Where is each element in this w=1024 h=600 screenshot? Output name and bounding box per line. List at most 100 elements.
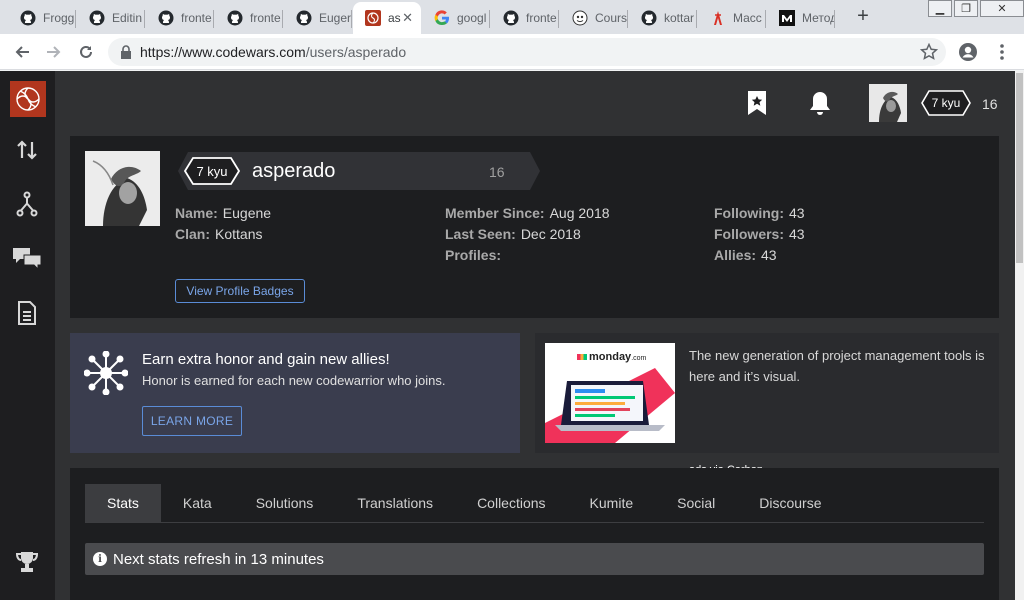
github-icon bbox=[227, 10, 243, 26]
browser-tab-label: Cours bbox=[595, 11, 628, 25]
browser-tab[interactable]: googl bbox=[422, 2, 490, 34]
browser-tab-label: fronte bbox=[250, 11, 281, 25]
tab-discourse[interactable]: Discourse bbox=[737, 484, 843, 522]
sidebar bbox=[0, 71, 55, 600]
browser-tab[interactable]: fronte bbox=[491, 2, 559, 34]
tab-translations[interactable]: Translations bbox=[335, 484, 455, 522]
tab-separator bbox=[696, 10, 697, 28]
tab-social[interactable]: Social bbox=[655, 484, 737, 522]
browser-tab[interactable]: fronte bbox=[146, 2, 214, 34]
browser-tab-bar: Frogg Editin fronte fronte Euger as ✕ googl fron… bbox=[0, 0, 1024, 34]
trophy-icon bbox=[15, 552, 39, 572]
chat-bubbles-icon bbox=[13, 248, 42, 269]
tab-separator bbox=[558, 10, 559, 28]
stats-refresh-message: Next stats refresh in 13 minutes bbox=[113, 550, 324, 568]
stat-following: Following: 43 bbox=[714, 205, 805, 221]
fork-icon bbox=[16, 191, 38, 217]
tab-separator bbox=[144, 10, 145, 28]
stat-profiles-label: Profiles: bbox=[445, 247, 502, 263]
stat-name: Name: Eugene bbox=[175, 205, 271, 221]
browser-tab[interactable]: Метод bbox=[767, 2, 835, 34]
github-icon bbox=[20, 10, 36, 26]
bookmarks-button[interactable] bbox=[745, 89, 769, 117]
view-profile-badges-button[interactable]: View Profile Badges bbox=[175, 279, 305, 303]
browser-tab[interactable]: Cours bbox=[560, 2, 628, 34]
course-icon bbox=[572, 10, 588, 26]
forward-button[interactable] bbox=[42, 40, 66, 64]
monday-logo-icon bbox=[577, 354, 587, 361]
back-button[interactable] bbox=[10, 40, 34, 64]
tab-collections[interactable]: Collections bbox=[455, 484, 567, 522]
codewars-icon bbox=[365, 10, 381, 26]
tab-separator bbox=[765, 10, 766, 28]
back-arrow-icon bbox=[15, 46, 29, 58]
profile-rank-text: 7 kyu bbox=[196, 163, 228, 179]
new-tab-button[interactable]: + bbox=[852, 6, 874, 28]
m-icon bbox=[779, 10, 795, 26]
sidebar-leaderboard[interactable] bbox=[12, 547, 42, 577]
browser-tab-label: Метод bbox=[802, 11, 835, 25]
stat-last-seen-value: Dec 2018 bbox=[520, 226, 581, 242]
stat-name-value: Eugene bbox=[222, 205, 272, 221]
profile-username: asperado bbox=[252, 160, 336, 182]
kebab-menu-icon[interactable] bbox=[994, 42, 1010, 62]
profile-rank-badge: 7 kyu bbox=[184, 157, 240, 185]
reload-button[interactable] bbox=[74, 40, 98, 64]
info-icon: i bbox=[93, 552, 107, 566]
scrollbar-thumb[interactable] bbox=[1016, 73, 1023, 263]
network-burst-icon bbox=[84, 351, 128, 395]
ad-brand-suffix: .com bbox=[631, 355, 647, 362]
codewars-logo[interactable] bbox=[10, 81, 46, 117]
browser-tab-label: fronte bbox=[181, 11, 212, 25]
browser-tab[interactable]: Frogg bbox=[8, 2, 76, 34]
tab-separator bbox=[489, 10, 490, 28]
restore-button[interactable]: ❐ bbox=[954, 0, 978, 17]
sidebar-discuss[interactable] bbox=[12, 243, 42, 273]
sidebar-practice[interactable] bbox=[12, 135, 42, 165]
profile-card: 7 kyu asperado 16 Name: Eugene Clan: Kotta… bbox=[70, 136, 999, 318]
sidebar-fork[interactable] bbox=[12, 189, 42, 219]
browser-tab-label: googl bbox=[457, 11, 487, 25]
bookmark-icon bbox=[748, 91, 766, 115]
user-avatar[interactable] bbox=[869, 84, 907, 122]
notifications-button[interactable] bbox=[808, 89, 832, 117]
url-field[interactable]: https://www.codewars.com/users/asperado bbox=[108, 38, 946, 66]
browser-tab-label: fronte bbox=[526, 11, 557, 25]
github-icon bbox=[641, 10, 657, 26]
browser-tab-label: kottar bbox=[664, 11, 695, 25]
page-content: 7 kyu 16 7 kyu asperado 16 Name: Eugene C… bbox=[0, 71, 1024, 600]
stat-last-seen: Last Seen: Dec 2018 bbox=[445, 226, 581, 242]
stat-followers: Followers: 43 bbox=[714, 226, 805, 242]
tab-separator bbox=[282, 10, 283, 28]
swap-arrows-icon bbox=[17, 140, 37, 160]
page-scrollbar[interactable] bbox=[1015, 71, 1024, 600]
stat-member-since: Member Since: Aug 2018 bbox=[445, 205, 610, 221]
browser-tab[interactable]: Масс bbox=[698, 2, 766, 34]
bookmark-star-icon[interactable] bbox=[920, 43, 938, 61]
browser-tab[interactable]: Editin bbox=[77, 2, 145, 34]
account-icon[interactable] bbox=[958, 42, 978, 62]
sidebar-docs[interactable] bbox=[12, 298, 42, 328]
top-rank-text: 7 kyu bbox=[931, 96, 961, 110]
tab-kumite[interactable]: Kumite bbox=[568, 484, 656, 522]
browser-tab[interactable]: Euger bbox=[284, 2, 352, 34]
profile-honor: 16 bbox=[489, 164, 505, 180]
stat-member-since-label: Member Since: bbox=[445, 205, 545, 221]
close-window-button[interactable]: ✕ bbox=[980, 0, 1024, 17]
learn-more-button[interactable]: LEARN MORE bbox=[142, 406, 242, 436]
tab-kata[interactable]: Kata bbox=[161, 484, 234, 522]
tab-separator bbox=[627, 10, 628, 28]
ad-brand: monday.com bbox=[577, 351, 646, 363]
stat-followers-label: Followers: bbox=[714, 226, 785, 242]
tab-solutions[interactable]: Solutions bbox=[234, 484, 336, 522]
stat-allies-label: Allies: bbox=[714, 247, 757, 263]
google-icon bbox=[434, 10, 450, 26]
browser-tab[interactable]: kottar bbox=[629, 2, 697, 34]
tab-stats[interactable]: Stats bbox=[85, 484, 161, 522]
top-rank-badge[interactable]: 7 kyu bbox=[921, 90, 971, 116]
close-tab-icon[interactable]: ✕ bbox=[402, 10, 413, 26]
ad-text[interactable]: The new generation of project management… bbox=[689, 345, 995, 387]
browser-tab[interactable]: as ✕ bbox=[353, 2, 421, 34]
minimize-button[interactable]: ▁ bbox=[928, 0, 952, 17]
browser-tab[interactable]: fronte bbox=[215, 2, 283, 34]
